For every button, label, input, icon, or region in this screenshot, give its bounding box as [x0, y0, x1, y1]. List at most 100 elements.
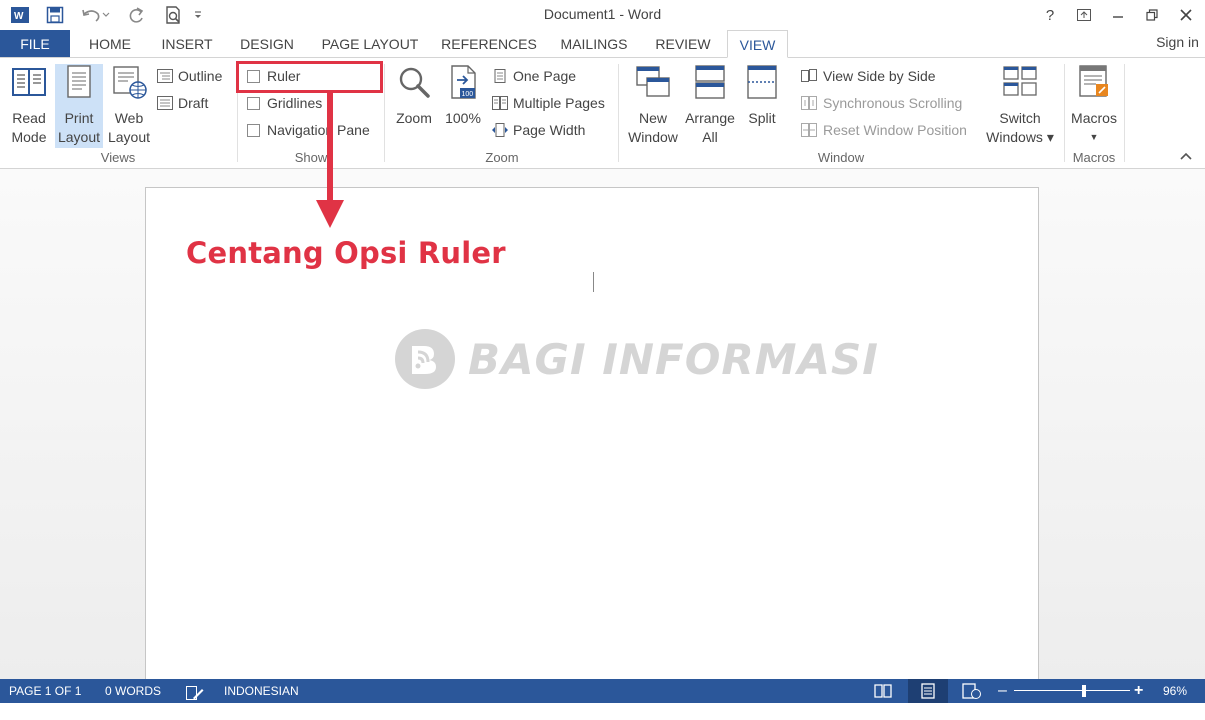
reset-window-position-icon [801, 123, 817, 137]
ribbon-tabs: FILE HOME INSERT DESIGN PAGE LAYOUT REFE… [0, 30, 1205, 58]
page-width-icon [492, 123, 508, 137]
print-layout-button[interactable]: Print Layout [55, 64, 103, 148]
read-mode-view-icon[interactable] [874, 683, 892, 699]
new-window-button[interactable]: New Window [625, 64, 681, 147]
zoom-slider-thumb[interactable] [1081, 685, 1086, 697]
tab-file[interactable]: FILE [0, 30, 70, 58]
annotation-arrow [316, 90, 344, 228]
outline-button[interactable]: Outline [157, 65, 222, 87]
web-layout-icon [113, 66, 147, 99]
page-width-button[interactable]: Page Width [492, 119, 585, 141]
web-layout-label-2: Layout [107, 129, 151, 145]
synchronous-scrolling-button[interactable]: Synchronous Scrolling [800, 92, 962, 114]
zoom-percent-status[interactable]: 96% [1163, 679, 1187, 703]
print-layout-view-icon[interactable] [908, 679, 948, 703]
split-button[interactable]: Split [740, 64, 784, 128]
zoom-in-button[interactable]: + [1134, 679, 1143, 703]
ruler-highlight-box [236, 61, 383, 93]
ribbon: Read Mode Print Layout Web Layout Outlin… [0, 57, 1205, 169]
switch-windows-icon [1003, 66, 1037, 96]
print-layout-icon [67, 65, 91, 98]
view-side-by-side-icon [801, 69, 817, 82]
web-layout-label-1: Web [114, 110, 144, 126]
new-window-label-1: New [638, 110, 667, 126]
draft-icon [157, 96, 173, 110]
zoom-button[interactable]: Zoom [391, 64, 437, 128]
outline-label: Outline [178, 68, 223, 84]
macros-label: Macros [1071, 110, 1117, 126]
sign-in-link[interactable]: Sign in [1150, 28, 1205, 56]
taskbar-strip [0, 703, 1205, 720]
view-side-by-side-button[interactable]: View Side by Side [800, 65, 936, 87]
tab-mailings[interactable]: MAILINGS [552, 30, 636, 58]
tab-review[interactable]: REVIEW [648, 30, 718, 58]
draft-label: Draft [178, 95, 209, 111]
restore-icon[interactable] [1138, 4, 1166, 26]
outline-icon [157, 69, 173, 83]
split-label: Split [748, 110, 776, 126]
language-status[interactable]: INDONESIAN [224, 679, 299, 703]
tab-insert[interactable]: INSERT [154, 30, 220, 58]
watermark-text: BAGI INFORMASI [468, 334, 879, 384]
switch-windows-label-1: Switch [999, 110, 1041, 126]
gridlines-checkbox-box[interactable] [247, 96, 260, 110]
read-mode-label-1: Read [12, 110, 46, 126]
multiple-pages-button[interactable]: Multiple Pages [492, 92, 605, 114]
group-separator [618, 64, 619, 162]
tab-home[interactable]: HOME [78, 30, 142, 58]
document-area[interactable]: Centang Opsi Ruler BAGI INFORMASI [0, 169, 1205, 707]
show-group-label: Show [294, 150, 328, 165]
one-page-button[interactable]: One Page [492, 65, 576, 87]
split-icon [747, 65, 777, 99]
document-page[interactable]: Centang Opsi Ruler BAGI INFORMASI [145, 187, 1039, 707]
tab-design[interactable]: DESIGN [232, 30, 302, 58]
zoom-100-label: 100% [445, 110, 481, 126]
magnifier-icon [399, 67, 430, 98]
tab-view[interactable]: VIEW [727, 30, 788, 58]
status-bar: PAGE 1 OF 1 0 WORDS INDONESIAN – + 96% [0, 679, 1205, 703]
navigation-pane-checkbox-box[interactable] [247, 123, 260, 137]
zoom-slider-track[interactable] [1014, 690, 1130, 691]
tab-references[interactable]: REFERENCES [438, 30, 540, 58]
zoom-out-button[interactable]: – [998, 679, 1007, 703]
watermark: BAGI INFORMASI [394, 328, 879, 390]
svg-text:100: 100 [462, 91, 474, 98]
collapse-ribbon-icon[interactable] [1180, 150, 1192, 164]
arrange-all-icon [695, 65, 725, 99]
multiple-pages-label: Multiple Pages [513, 95, 605, 111]
tab-page-layout[interactable]: PAGE LAYOUT [314, 30, 426, 58]
read-mode-icon [12, 68, 46, 96]
gridlines-checkbox[interactable]: Gridlines [247, 92, 322, 114]
page-width-label: Page Width [513, 122, 586, 138]
arrange-all-label-1: Arrange [685, 110, 735, 126]
close-icon[interactable] [1172, 4, 1200, 26]
draft-button[interactable]: Draft [157, 92, 208, 114]
minimize-icon[interactable] [1104, 4, 1132, 26]
synchronous-scrolling-icon [801, 96, 817, 110]
macros-dropdown-icon[interactable]: ▼ [1068, 128, 1120, 147]
print-layout-label-2: Layout [57, 129, 101, 145]
page-count-status[interactable]: PAGE 1 OF 1 [9, 679, 81, 703]
zoom-100-button[interactable]: 100 100% [442, 64, 484, 128]
help-button[interactable]: ? [1036, 4, 1064, 26]
proofing-icon[interactable] [186, 684, 204, 700]
reset-window-position-button[interactable]: Reset Window Position [800, 119, 967, 141]
view-side-by-side-label: View Side by Side [823, 68, 936, 84]
zoom-100-icon: 100 [451, 65, 476, 99]
text-cursor [593, 272, 594, 292]
title-bar: W Document1 - Word ? [0, 0, 1205, 30]
new-window-icon [636, 66, 670, 97]
one-page-icon [494, 69, 506, 83]
arrange-all-button[interactable]: Arrange All [683, 64, 737, 147]
word-count-status[interactable]: 0 WORDS [105, 679, 161, 703]
ribbon-display-options-icon[interactable] [1070, 4, 1098, 26]
views-group-label: Views [100, 150, 136, 165]
switch-windows-button[interactable]: Switch Windows ▾ [982, 64, 1058, 147]
macros-button[interactable]: Macros ▼ [1068, 64, 1120, 147]
read-mode-button[interactable]: Read Mode [6, 64, 52, 147]
web-layout-button[interactable]: Web Layout [106, 64, 152, 147]
web-layout-view-icon[interactable] [962, 683, 982, 699]
new-window-label-2: Window [628, 129, 678, 145]
group-separator [1064, 64, 1065, 162]
synchronous-scrolling-label: Synchronous Scrolling [823, 95, 963, 111]
